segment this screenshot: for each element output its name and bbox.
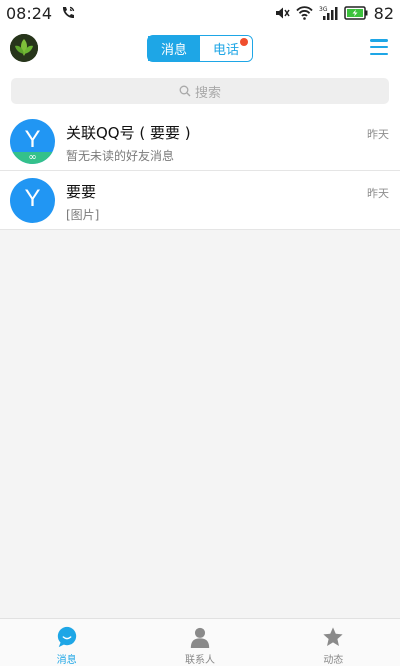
- person-icon: [190, 627, 210, 648]
- conversation-item[interactable]: Y 要要 [图片] 昨天: [0, 171, 400, 230]
- search-input[interactable]: 搜索: [11, 78, 389, 104]
- svg-text:3G: 3G: [319, 6, 328, 13]
- star-icon: [323, 627, 343, 646]
- status-bar: 08:24 3G 82: [0, 0, 400, 26]
- conversation-title: 关联QQ号 ( 要要 ): [66, 124, 191, 142]
- linked-badge: ∞: [10, 152, 55, 164]
- notification-dot: [240, 38, 248, 46]
- conversation-avatar: Y ∞: [10, 119, 55, 164]
- conversation-item[interactable]: Y ∞ 关联QQ号 ( 要要 ) 暂无未读的好友消息 昨天: [0, 112, 400, 171]
- conversation-subtitle: [图片]: [66, 208, 100, 222]
- user-avatar[interactable]: [10, 34, 38, 62]
- status-time: 08:24: [6, 3, 53, 23]
- conversation-avatar: Y: [10, 178, 55, 223]
- search-placeholder: 搜索: [194, 85, 221, 101]
- phone-call-icon: [63, 6, 75, 19]
- bottom-tab-feed[interactable]: 动态: [267, 619, 400, 666]
- mute-icon: [275, 7, 290, 19]
- conversation-time: 昨天: [367, 128, 389, 141]
- tab-phone[interactable]: 电话: [200, 36, 252, 61]
- tab-messages-label: 消息: [160, 43, 187, 58]
- conversation-list: Y ∞ 关联QQ号 ( 要要 ) 暂无未读的好友消息 昨天 Y 要要 [图片] …: [0, 112, 400, 230]
- battery-charging-icon: [343, 6, 368, 20]
- search-section: 搜索: [0, 72, 400, 112]
- conversation-subtitle: 暂无未读的好友消息: [66, 149, 175, 163]
- menu-icon[interactable]: [370, 39, 388, 55]
- battery-level: 82: [373, 3, 394, 23]
- tab-messages[interactable]: 消息: [148, 36, 200, 61]
- bottom-tab-contacts[interactable]: 联系人: [133, 619, 266, 666]
- chat-bubble-icon: [57, 626, 76, 648]
- tab-phone-label: 电话: [212, 43, 239, 58]
- bottom-tab-bar: 消息 联系人 动态: [0, 618, 400, 666]
- bottom-tab-feed-label: 动态: [323, 655, 344, 666]
- header-segmented-control: 消息 电话: [147, 35, 253, 62]
- conversation-time: 昨天: [367, 187, 389, 200]
- app-header: 消息 电话: [0, 26, 400, 72]
- leaf-avatar-icon: [10, 34, 38, 62]
- infinity-icon: ∞: [28, 152, 37, 163]
- bottom-tab-messages-label: 消息: [56, 655, 77, 666]
- conversation-title: 要要: [66, 183, 97, 201]
- bottom-tab-messages[interactable]: 消息: [0, 619, 133, 666]
- signal-3g-icon: 3G: [319, 6, 338, 20]
- wifi-icon: [295, 6, 313, 20]
- avatar-letter: Y: [24, 125, 41, 153]
- bottom-tab-contacts-label: 联系人: [184, 655, 215, 666]
- avatar-letter: Y: [24, 184, 41, 212]
- search-icon: [179, 85, 191, 97]
